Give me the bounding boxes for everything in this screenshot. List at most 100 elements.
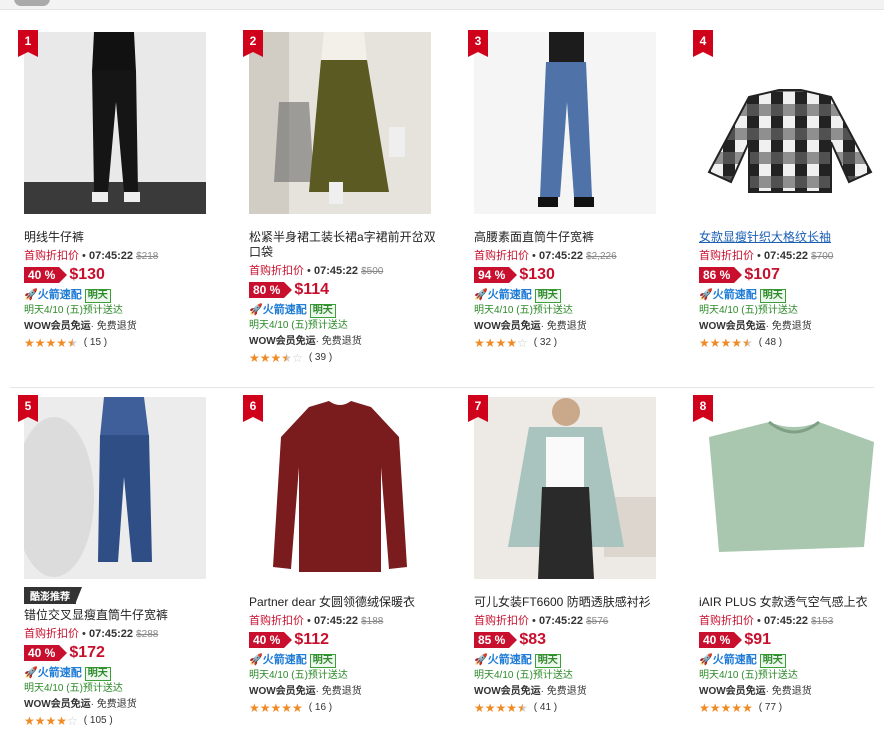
review-count: ( 39 ) xyxy=(308,352,333,363)
star-rating-icon: ★★★★★ xyxy=(699,336,753,350)
star-rating-icon: ★★★★★ xyxy=(24,336,78,350)
delivery-date: 明天4/10 (五)预计送达 xyxy=(474,305,573,316)
tomorrow-badge: 明天 xyxy=(759,653,786,668)
countdown: 07:45:22 xyxy=(88,250,134,262)
product-title-link[interactable]: 女款显瘦针织大格纹长袖 xyxy=(699,230,884,245)
rank-badge: 2 xyxy=(243,30,263,57)
product-card[interactable]: 5 酷澎推荐 错位交叉显瘦直筒牛仔宽裤 首购折扣价 • 07:45:22 $28… xyxy=(18,395,234,730)
product-title[interactable]: 高腰素面直筒牛仔宽裤 xyxy=(474,230,664,245)
rating: ★★★★★ ( 15 ) xyxy=(24,335,234,351)
product-image[interactable] xyxy=(24,397,206,579)
promo-line: 首购折扣价 • 07:45:22 $153 xyxy=(699,615,834,627)
discount-badge: 85 % xyxy=(474,632,518,648)
product-card[interactable]: 2 松紧半身裙工装长裙a字裙前开岔双口袋 首购折扣价 • 07:45:22 $5… xyxy=(243,30,459,392)
discount-badge: 40 % xyxy=(249,632,293,648)
promo-line: 首购折扣价 • 07:45:22 $500 xyxy=(249,265,384,277)
rating: ★★★★★ ( 77 ) xyxy=(699,700,884,716)
sale-price: $83 xyxy=(519,631,547,648)
sale-price: $107 xyxy=(744,266,780,283)
filter-bar xyxy=(0,0,884,10)
product-title[interactable]: 松紧半身裙工装长裙a字裙前开岔双口袋 xyxy=(249,230,439,260)
wow-member-line: WOW会员免运· 免费退货 xyxy=(24,699,137,710)
star-rating-icon: ★★★★☆ xyxy=(474,336,528,350)
tomorrow-badge: 明天 xyxy=(84,666,111,681)
star-rating-icon: ★★★★★ xyxy=(699,701,753,715)
sale-price: $172 xyxy=(69,644,105,661)
product-image[interactable] xyxy=(249,32,431,214)
rank-badge: 1 xyxy=(18,30,38,57)
review-count: ( 105 ) xyxy=(83,715,113,726)
product-title[interactable]: 明线牛仔裤 xyxy=(24,230,214,245)
delivery-date: 明天4/10 (五)预计送达 xyxy=(699,670,798,681)
wow-member-line: WOW会员免运· 免费退货 xyxy=(474,321,587,332)
discount-badge: 86 % xyxy=(699,267,743,283)
original-price: $288 xyxy=(136,629,159,640)
review-count: ( 32 ) xyxy=(533,337,558,348)
product-image[interactable] xyxy=(474,397,656,579)
rocket-delivery-label: 🚀火箭速配 xyxy=(249,304,307,316)
rocket-delivery-label: 🚀火箭速配 xyxy=(249,654,307,666)
original-price: $218 xyxy=(136,251,159,262)
rocket-delivery-label: 🚀火箭速配 xyxy=(24,667,82,679)
product-title[interactable]: Partner dear 女圆领德绒保暖衣 xyxy=(249,595,439,610)
discount-badge: 40 % xyxy=(24,267,68,283)
original-price: $700 xyxy=(811,251,834,262)
delivery-date: 明天4/10 (五)预计送达 xyxy=(24,683,123,694)
rocket-delivery-label: 🚀火箭速配 xyxy=(699,289,757,301)
delivery-date: 明天4/10 (五)预计送达 xyxy=(699,305,798,316)
product-card[interactable]: 3 高腰素面直筒牛仔宽裤 首购折扣价 • 07:45:22 $2,226 94 … xyxy=(468,30,684,392)
rating: ★★★★☆ ( 105 ) xyxy=(24,713,234,729)
original-price: $500 xyxy=(361,266,384,277)
promo-line: 首购折扣价 • 07:45:22 $700 xyxy=(699,250,834,262)
review-count: ( 16 ) xyxy=(308,702,333,713)
tomorrow-badge: 明天 xyxy=(534,653,561,668)
rank-badge: 6 xyxy=(243,395,263,422)
product-card[interactable]: 6 Partner dear 女圆领德绒保暖衣 首购折扣价 • 07:45:22… xyxy=(243,395,459,730)
rank-badge: 7 xyxy=(468,395,488,422)
delivery-date: 明天4/10 (五)预计送达 xyxy=(474,670,573,681)
recommend-badge: 酷澎推荐 xyxy=(24,587,82,604)
wow-member-line: WOW会员免运· 免费退货 xyxy=(699,321,812,332)
promo-line: 首购折扣价 • 07:45:22 $576 xyxy=(474,615,609,627)
rocket-delivery-label: 🚀火箭速配 xyxy=(24,289,82,301)
product-card[interactable]: 8 iAIR PLUS 女款透气空气感上衣 首购折扣价 • 07:45:22 $… xyxy=(693,395,884,730)
review-count: ( 77 ) xyxy=(758,702,783,713)
product-title[interactable]: iAIR PLUS 女款透气空气感上衣 xyxy=(699,595,884,610)
delivery-date: 明天4/10 (五)预计送达 xyxy=(24,305,123,316)
original-price: $188 xyxy=(361,616,384,627)
wow-member-line: WOW会员免运· 免费退货 xyxy=(24,321,137,332)
discount-badge: 40 % xyxy=(699,632,743,648)
rocket-delivery-label: 🚀火箭速配 xyxy=(474,289,532,301)
tomorrow-badge: 明天 xyxy=(534,288,561,303)
rocket-delivery-label: 🚀火箭速配 xyxy=(474,654,532,666)
rank-badge: 4 xyxy=(693,30,713,57)
product-image[interactable] xyxy=(24,32,206,214)
product-title[interactable]: 可儿女装FT6600 防晒透肤感衬衫 xyxy=(474,595,664,610)
sale-price: $91 xyxy=(744,631,772,648)
product-card[interactable]: 7 可儿女装FT6600 防晒透肤感衬衫 首购折扣价 • 07:45:22 $5… xyxy=(468,395,684,730)
product-image[interactable] xyxy=(699,397,881,579)
rank-badge: 8 xyxy=(693,395,713,422)
wow-member-line: WOW会员免运· 免费退货 xyxy=(249,686,362,697)
product-card[interactable]: 1 明线牛仔裤 首购折扣价 • 07:45:22 $218 40 % $130 🚀… xyxy=(18,30,234,392)
rating: ★★★★★ ( 41 ) xyxy=(474,700,684,716)
review-count: ( 15 ) xyxy=(83,337,108,348)
product-image[interactable] xyxy=(474,32,656,214)
product-image[interactable] xyxy=(699,32,881,214)
sale-price: $130 xyxy=(519,266,555,283)
review-count: ( 48 ) xyxy=(758,337,783,348)
discount-badge: 80 % xyxy=(249,282,293,298)
rating: ★★★★★ ( 48 ) xyxy=(699,335,884,351)
product-image[interactable] xyxy=(249,397,431,579)
tomorrow-badge: 明天 xyxy=(309,303,336,318)
product-title[interactable]: 错位交叉显瘦直筒牛仔宽裤 xyxy=(24,608,214,623)
product-card[interactable]: 4 女款显瘦针织大格纹长袖 首购折扣价 • 07:45:22 $700 86 %… xyxy=(693,30,884,392)
wow-member-line: WOW会员免运· 免费退货 xyxy=(699,686,812,697)
star-rating-icon: ★★★★☆ xyxy=(24,714,78,728)
star-rating-icon: ★★★★★ xyxy=(474,701,528,715)
rating: ★★★★☆ ( 32 ) xyxy=(474,335,684,351)
original-price: $2,226 xyxy=(586,251,617,262)
toggle-switch[interactable] xyxy=(14,0,50,6)
discount-badge: 40 % xyxy=(24,645,68,661)
promo-line: 首购折扣价 • 07:45:22 $188 xyxy=(249,615,384,627)
